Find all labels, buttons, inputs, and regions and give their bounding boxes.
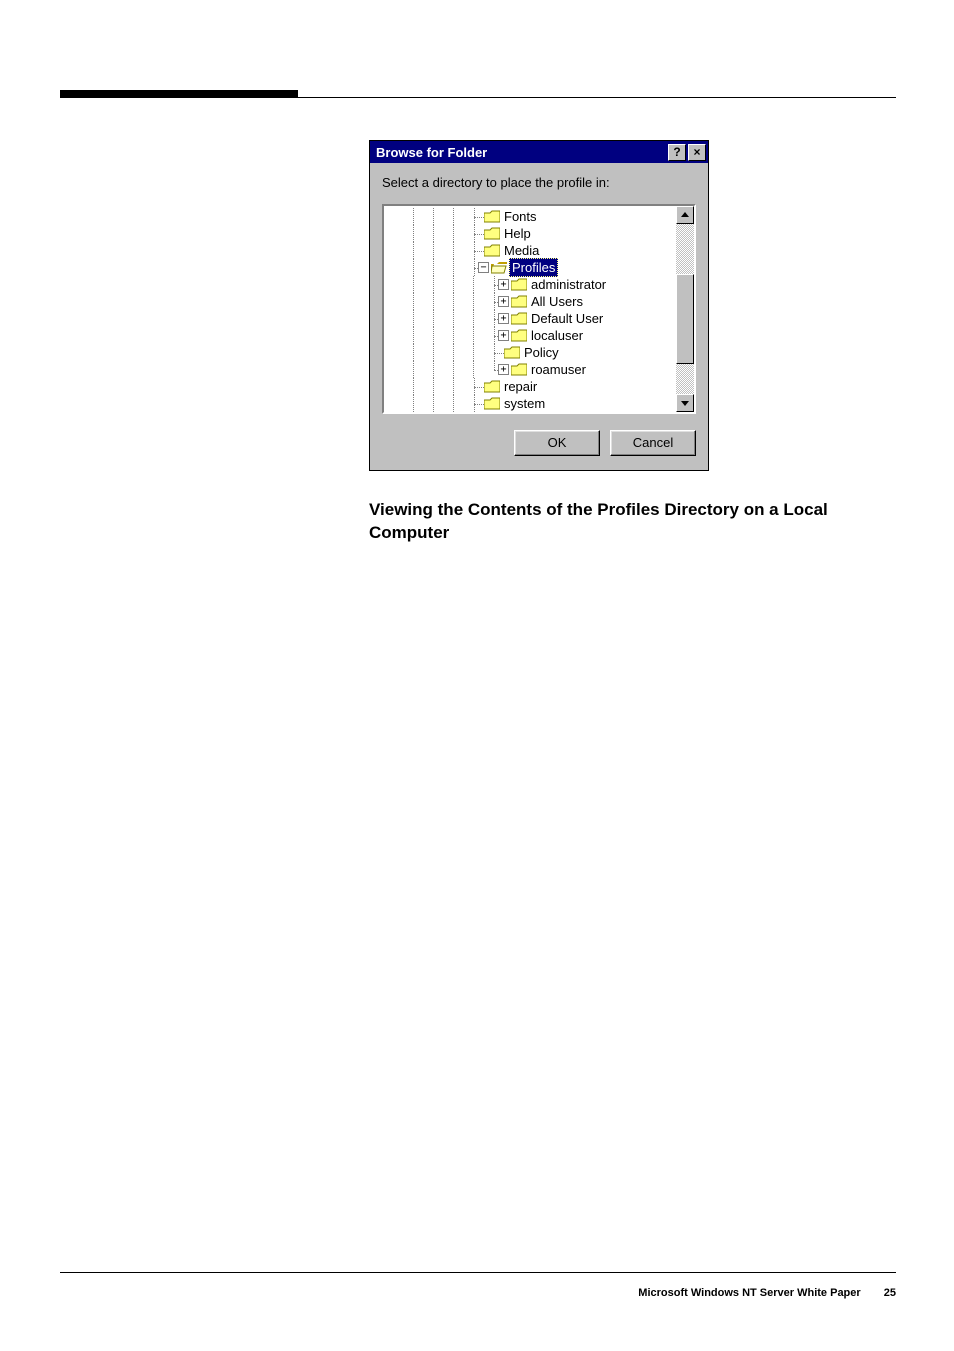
tree-item-help[interactable]: Help <box>384 225 674 242</box>
tree-item-label: Media <box>504 242 539 259</box>
page-footer: Microsoft Windows NT Server White Paper … <box>638 1287 896 1299</box>
folder-icon <box>484 227 500 240</box>
close-icon[interactable]: × <box>688 144 706 161</box>
help-icon[interactable]: ? <box>668 144 686 161</box>
tree-item-label-selected: Profiles <box>509 258 558 277</box>
tree-item-default-user[interactable]: + Default User <box>384 310 674 327</box>
folder-icon <box>511 295 527 308</box>
tree-item-label: All Users <box>531 293 583 310</box>
tree-item-profiles[interactable]: − Profiles <box>384 259 674 276</box>
folder-icon <box>511 329 527 342</box>
tree-item-label: Help <box>504 225 531 242</box>
expand-icon[interactable]: + <box>498 279 509 290</box>
expand-icon[interactable]: + <box>498 364 509 375</box>
tree-item-label: Default User <box>531 310 603 327</box>
folder-icon <box>484 210 500 223</box>
vertical-scrollbar[interactable] <box>676 206 694 412</box>
scrollbar-thumb[interactable] <box>676 274 694 364</box>
folder-icon <box>511 278 527 291</box>
tree-item-administrator[interactable]: + administrator <box>384 276 674 293</box>
expand-icon[interactable]: + <box>498 296 509 307</box>
scrollbar-track[interactable] <box>676 224 694 394</box>
tree-item-label: Fonts <box>504 208 537 225</box>
open-folder-icon <box>491 261 507 274</box>
tree-item-label: Policy <box>524 344 559 361</box>
tree-item-localuser[interactable]: + localuser <box>384 327 674 344</box>
tree-item-label: repair <box>504 378 537 395</box>
dialog-title: Browse for Folder <box>376 145 666 160</box>
folder-icon <box>484 397 500 410</box>
tree-item-label: roamuser <box>531 361 586 378</box>
tree-item-label: system <box>504 395 545 412</box>
folder-icon <box>504 346 520 359</box>
tree-item-policy[interactable]: Policy <box>384 344 674 361</box>
header-rule <box>298 97 896 98</box>
tree-item-repair[interactable]: repair <box>384 378 674 395</box>
tree-item-system[interactable]: system <box>384 395 674 412</box>
tree-item-all-users[interactable]: + All Users <box>384 293 674 310</box>
folder-icon <box>484 380 500 393</box>
section-heading: Viewing the Contents of the Profiles Dir… <box>369 499 891 545</box>
collapse-icon[interactable]: − <box>478 262 489 273</box>
footer-page-number: 25 <box>884 1287 896 1299</box>
ok-button[interactable]: OK <box>514 430 600 456</box>
dialog-instruction: Select a directory to place the profile … <box>382 175 696 190</box>
folder-icon <box>511 363 527 376</box>
header-accent-bar <box>60 90 298 98</box>
footer-text: Microsoft Windows NT Server White Paper <box>638 1287 860 1299</box>
expand-icon[interactable]: + <box>498 330 509 341</box>
scroll-down-icon[interactable] <box>676 394 694 412</box>
folder-tree[interactable]: Fonts Help Media <box>382 204 696 414</box>
tree-item-fonts[interactable]: Fonts <box>384 208 674 225</box>
tree-item-label: localuser <box>531 327 583 344</box>
footer-rule <box>60 1272 896 1273</box>
folder-icon <box>484 244 500 257</box>
scroll-up-icon[interactable] <box>676 206 694 224</box>
folder-icon <box>511 312 527 325</box>
browse-for-folder-dialog: Browse for Folder ? × Select a directory… <box>369 140 709 471</box>
tree-item-media[interactable]: Media <box>384 242 674 259</box>
expand-icon[interactable]: + <box>498 313 509 324</box>
tree-item-label: administrator <box>531 276 606 293</box>
tree-item-roamuser[interactable]: + roamuser <box>384 361 674 378</box>
dialog-titlebar: Browse for Folder ? × <box>370 141 708 163</box>
cancel-button[interactable]: Cancel <box>610 430 696 456</box>
